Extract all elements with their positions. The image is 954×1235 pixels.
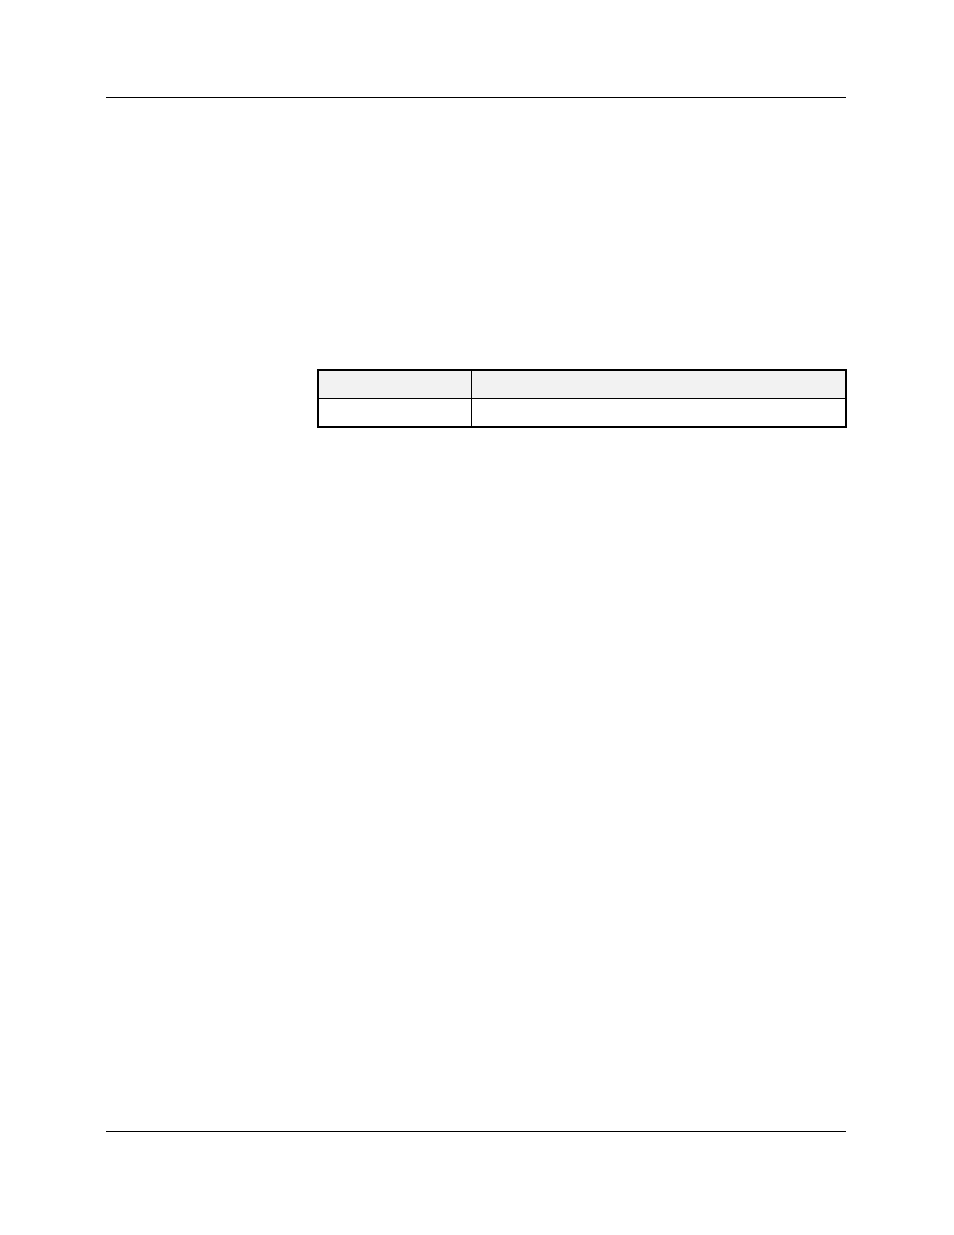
table-header-cell-2	[471, 370, 846, 399]
header-rule	[106, 97, 846, 98]
table-cell-2	[471, 399, 846, 428]
footer-rule	[106, 1131, 846, 1132]
table-row	[318, 399, 846, 428]
table-header-cell-1	[318, 370, 471, 399]
content-table	[317, 369, 847, 428]
table-header-row	[318, 370, 846, 399]
table-cell-1	[318, 399, 471, 428]
